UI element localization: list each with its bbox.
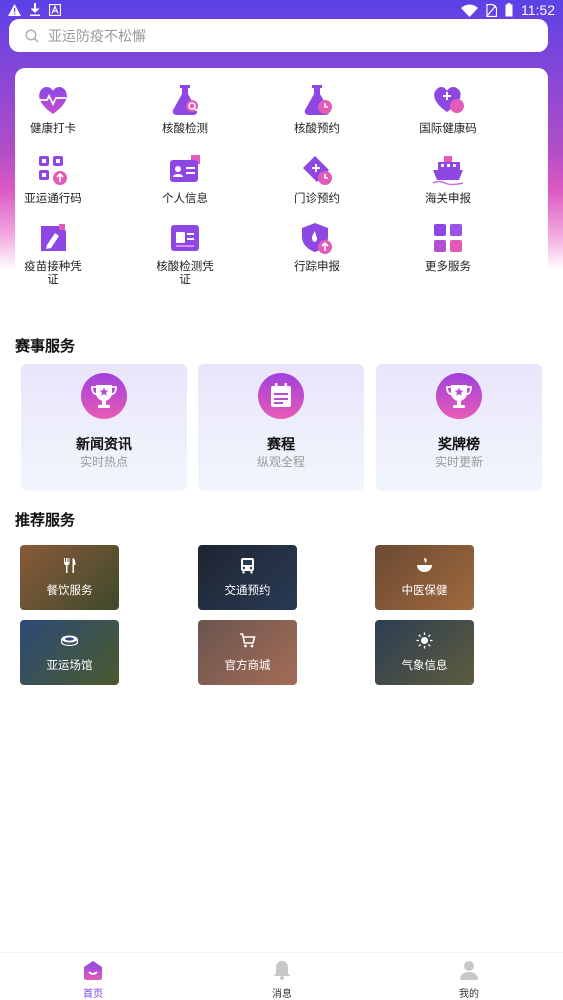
tile-background xyxy=(375,545,474,610)
service-label: 疫苗接种凭证 xyxy=(24,259,82,286)
service-label: 行踪申报 xyxy=(294,259,340,273)
nav-messages[interactable]: 消息 xyxy=(252,959,312,1000)
bell-icon xyxy=(274,961,290,980)
tile-dining[interactable]: 餐饮服务 xyxy=(20,545,119,610)
service-label: 门诊预约 xyxy=(294,191,340,205)
home-icon xyxy=(84,961,102,980)
tile-background xyxy=(20,620,119,685)
tile-weather[interactable]: 气象信息 xyxy=(375,620,474,685)
tile-background xyxy=(375,620,474,685)
tile-background xyxy=(198,620,297,685)
service-label: 更多服务 xyxy=(425,259,471,273)
tile-tcm-health[interactable]: 中医保健 xyxy=(375,545,474,610)
event-card-news[interactable]: 新闻资讯 实时热点 xyxy=(21,364,187,491)
service-nucleic-appointment[interactable]: 核酸预约 xyxy=(257,82,377,135)
service-label: 核酸检测凭证 xyxy=(156,259,214,286)
medal-trophy-icon xyxy=(436,373,482,419)
tile-transport[interactable]: 交通预约 xyxy=(198,545,297,610)
certificate-pen-icon xyxy=(41,224,66,251)
tile-background xyxy=(20,545,119,610)
event-card-subtitle: 纵观全程 xyxy=(256,455,305,469)
service-intl-health-code[interactable]: 国际健康码 xyxy=(388,82,508,135)
user-icon xyxy=(460,961,478,980)
event-card-medals[interactable]: 奖牌榜 实时更新 xyxy=(376,364,542,491)
event-card-schedule[interactable]: 赛程 纵观全程 xyxy=(198,364,364,491)
tile-label: 中医保健 xyxy=(401,583,448,597)
service-label: 个人信息 xyxy=(162,191,208,205)
qr-upload-icon xyxy=(39,156,67,185)
tile-label: 餐饮服务 xyxy=(46,583,93,597)
events-section-title: 赛事服务 xyxy=(15,337,76,355)
battery-icon xyxy=(505,3,513,17)
service-label: 核酸检测 xyxy=(162,121,208,135)
tile-label: 气象信息 xyxy=(401,658,448,672)
a-badge-icon xyxy=(49,3,61,16)
event-card-title: 赛程 xyxy=(267,437,295,453)
search-bar[interactable]: 亚运防疫不松懈 xyxy=(9,19,548,52)
recommend-section-title: 推荐服务 xyxy=(15,511,76,529)
search-icon xyxy=(25,29,39,42)
service-label: 海关申报 xyxy=(425,191,471,205)
cart-icon xyxy=(240,633,256,648)
nav-label: 首页 xyxy=(83,989,103,1000)
nav-label: 消息 xyxy=(272,989,292,1000)
service-personal-info[interactable]: 个人信息 xyxy=(125,152,245,205)
service-label: 亚运通行码 xyxy=(24,191,82,205)
warning-icon xyxy=(8,3,21,16)
id-card-icon xyxy=(170,155,200,182)
tile-label: 交通预约 xyxy=(224,583,271,597)
event-card-title: 新闻资讯 xyxy=(76,437,132,453)
service-label: 国际健康码 xyxy=(419,121,477,135)
heart-monitor-icon xyxy=(39,87,67,114)
tile-label: 官方商城 xyxy=(224,658,271,672)
service-asian-games-pass[interactable]: 亚运通行码 xyxy=(0,152,113,205)
service-nucleic-certificate[interactable]: 核酸检测凭证 xyxy=(125,220,245,286)
flask-search-icon xyxy=(172,85,198,115)
fork-knife-icon xyxy=(64,558,76,573)
tile-venues[interactable]: 亚运场馆 xyxy=(20,620,119,685)
event-card-subtitle: 实时热点 xyxy=(79,455,128,469)
event-card-subtitle: 实时更新 xyxy=(434,455,483,469)
service-label: 健康打卡 xyxy=(30,121,76,135)
service-vaccine-certificate[interactable]: 疫苗接种凭证 xyxy=(0,220,113,286)
service-nucleic-test[interactable]: 核酸检测 xyxy=(125,82,245,135)
certificate-card-icon xyxy=(171,225,199,251)
trophy-star-icon xyxy=(81,373,127,419)
service-more[interactable]: 更多服务 xyxy=(388,220,508,273)
service-label: 核酸预约 xyxy=(294,121,340,135)
stadium-icon xyxy=(61,635,78,647)
download-icon xyxy=(30,3,40,16)
quick-services-panel: 健康打卡 核酸检测 核酸预约 国际健康码 亚运通行码 个人信息 门诊预约 海关申… xyxy=(15,68,548,288)
nav-label: 我的 xyxy=(459,989,479,1000)
ship-icon xyxy=(432,156,464,186)
nav-profile[interactable]: 我的 xyxy=(439,959,499,1000)
sun-icon xyxy=(416,632,433,649)
nav-home[interactable]: 首页 xyxy=(63,959,123,1000)
service-travel-declaration[interactable]: 行踪申报 xyxy=(257,220,377,273)
medical-tag-clock-icon xyxy=(303,156,332,185)
search-placeholder: 亚运防疫不松懈 xyxy=(48,28,146,45)
tile-official-store[interactable]: 官方商城 xyxy=(198,620,297,685)
flask-clock-icon xyxy=(304,85,332,115)
event-card-title: 奖牌榜 xyxy=(438,437,480,453)
status-time: 11:52 xyxy=(521,2,555,18)
shield-upload-icon xyxy=(302,223,332,254)
bus-icon xyxy=(241,558,254,574)
herbal-bowl-icon xyxy=(417,558,432,572)
service-clinic-appointment[interactable]: 门诊预约 xyxy=(257,152,377,205)
tile-label: 亚运场馆 xyxy=(46,658,93,672)
app-screen: 11:52 亚运防疫不松懈 健康打卡 核酸检测 核酸预约 国际健康码 亚运通行码… xyxy=(0,0,563,1000)
no-sim-icon xyxy=(486,3,497,17)
service-customs-declaration[interactable]: 海关申报 xyxy=(388,152,508,205)
calendar-icon xyxy=(258,373,304,419)
grid-icon xyxy=(434,224,462,252)
bottom-nav: 首页 消息 我的 xyxy=(0,952,563,1000)
wifi-icon xyxy=(461,4,478,17)
heart-plus-icon xyxy=(434,87,464,113)
service-health-checkin[interactable]: 健康打卡 xyxy=(0,82,113,135)
tile-background xyxy=(198,545,297,610)
